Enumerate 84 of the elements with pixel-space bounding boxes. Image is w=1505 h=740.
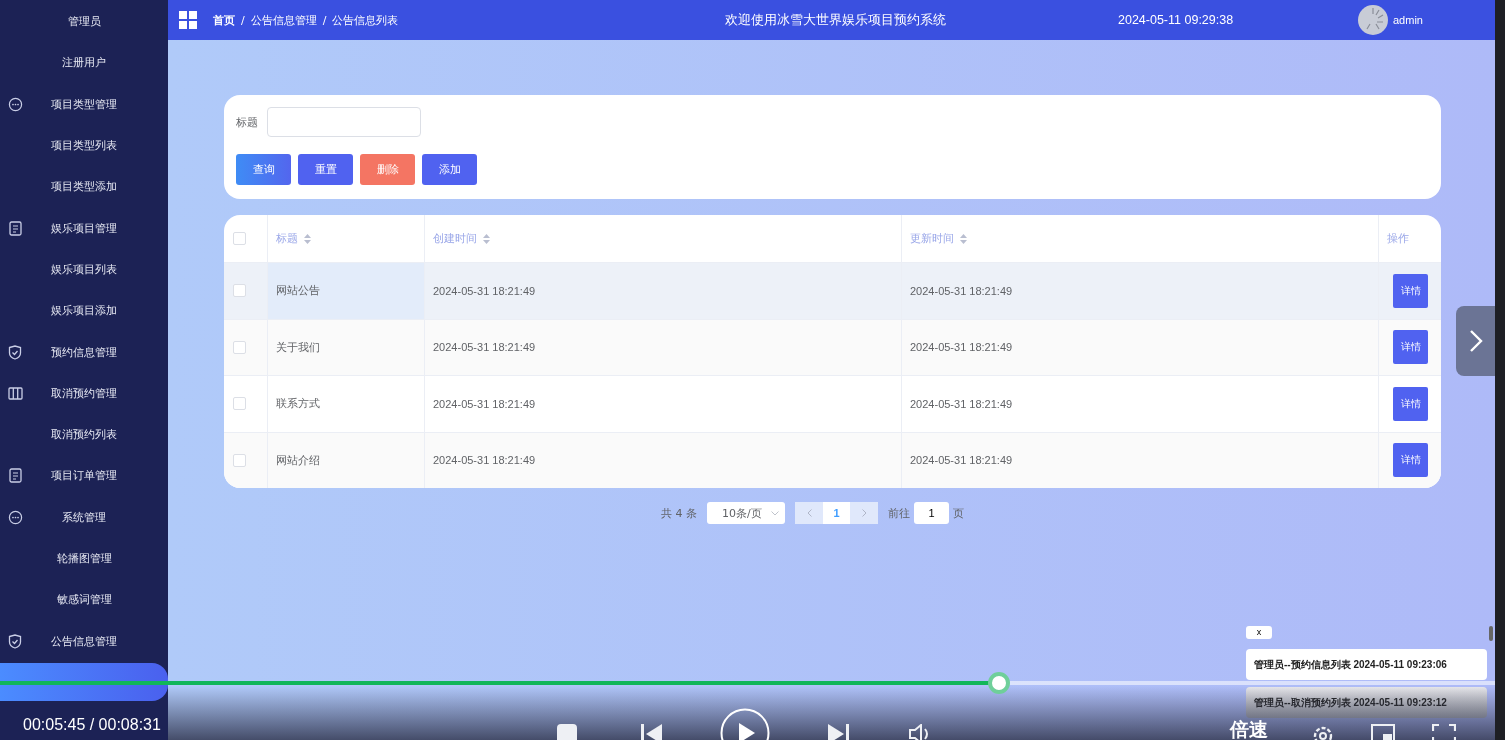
breadcrumb-link[interactable]: 首页 <box>213 12 235 28</box>
notification-item[interactable]: 管理员--取消预约列表 2024-05-11 09:23:12 <box>1246 687 1487 718</box>
row-checkbox[interactable] <box>233 340 246 354</box>
detail-button[interactable]: 详情 <box>1393 273 1428 308</box>
date-time: 2024-05-11 09:29:38 <box>1118 13 1234 27</box>
breadcrumb-separator: / <box>241 13 245 27</box>
table-cell: 2024-05-31 18:21:49 <box>910 284 1013 297</box>
sidebar-item[interactable]: 取消预约管理 <box>0 374 168 413</box>
sidebar-item[interactable]: 公告信息管理 <box>0 622 168 661</box>
row-checkbox[interactable] <box>233 453 246 467</box>
row-checkbox[interactable] <box>233 397 246 411</box>
page-number-field[interactable]: 1 <box>914 502 949 524</box>
action-button[interactable]: 查询 <box>236 154 291 185</box>
playback-speed-button[interactable]: 倍速 <box>1230 717 1268 740</box>
title-search-field[interactable] <box>267 107 421 137</box>
sidebar-item[interactable]: 娱乐项目管理 <box>0 209 168 248</box>
chevron-left-icon[interactable] <box>806 509 812 517</box>
volume-icon[interactable] <box>909 724 931 740</box>
table-cell: 2024-05-31 18:21:49 <box>433 397 536 410</box>
detail-button[interactable]: 详情 <box>1393 386 1428 421</box>
table-cell: 关于我们 <box>276 339 320 355</box>
field-label: 标题 <box>236 114 258 130</box>
chat-bubble-icon <box>7 96 23 112</box>
table-cell: 2024-05-31 18:21:49 <box>433 454 536 467</box>
next-arrow-button[interactable] <box>1456 306 1495 376</box>
sort-icon[interactable] <box>483 233 490 244</box>
sidebar-item[interactable]: 系统管理 <box>0 498 168 537</box>
sort-icon[interactable] <box>960 233 967 244</box>
table-cell: 2024-05-31 18:21:49 <box>910 397 1013 410</box>
notification-item[interactable]: 管理员--预约信息列表 2024-05-11 09:23:06 <box>1246 649 1487 680</box>
table-cell: 网站公告 <box>276 283 320 299</box>
document-icon <box>8 468 22 484</box>
shield-check-icon <box>8 344 22 360</box>
sidebar-item[interactable]: 项目订单管理 <box>0 456 168 495</box>
sidebar-item[interactable]: 项目类型管理 <box>0 85 168 124</box>
caret-icon[interactable] <box>771 510 779 516</box>
table-cell: 2024-05-31 18:21:49 <box>433 284 536 297</box>
breadcrumb-link[interactable]: 公告信息管理 <box>250 12 317 28</box>
next-page-button[interactable] <box>850 502 878 524</box>
detail-button[interactable]: 详情 <box>1393 443 1428 478</box>
table-cell: 2024-05-31 18:21:49 <box>910 341 1013 354</box>
sidebar-item[interactable]: 敏感词管理 <box>0 580 168 619</box>
sidebar-item[interactable]: 管理员 <box>0 2 168 41</box>
user-name[interactable]: admin <box>1393 14 1423 26</box>
sidebar-item[interactable]: 取消预约列表 <box>0 415 168 454</box>
breadcrumb-separator: / <box>322 13 327 27</box>
document-icon <box>8 220 22 236</box>
sidebar-item[interactable]: 项目类型列表 <box>0 126 168 165</box>
sort-icon[interactable] <box>304 233 311 244</box>
goto-label: 前往 <box>888 505 910 521</box>
action-button[interactable]: 添加 <box>422 154 477 185</box>
system-title: 欢迎使用冰雪大世界娱乐项目预约系统 <box>725 11 946 29</box>
fullscreen-icon[interactable] <box>1432 724 1456 740</box>
previous-icon[interactable] <box>641 724 663 740</box>
columns-icon <box>7 386 23 400</box>
previous-page-button[interactable] <box>795 502 823 524</box>
table-cell: 2024-05-31 18:21:49 <box>910 454 1013 467</box>
table-cell: 2024-05-31 18:21:49 <box>433 341 536 354</box>
settings-icon[interactable] <box>1311 724 1335 740</box>
sidebar-item[interactable]: 预约信息管理 <box>0 333 168 371</box>
chat-bubble-icon <box>7 509 23 525</box>
grid-menu-icon[interactable] <box>179 11 197 29</box>
sidebar-item[interactable]: 注册用户 <box>0 43 168 82</box>
page-suffix: 页 <box>953 505 964 521</box>
close-button[interactable]: x <box>1246 626 1272 639</box>
next-icon[interactable] <box>827 724 849 740</box>
select-all-checkbox[interactable] <box>233 232 246 245</box>
total-count: 共 4 条 <box>661 505 697 521</box>
page-size-select[interactable]: 10条/页 <box>707 502 785 524</box>
stop-icon[interactable] <box>557 724 577 740</box>
sidebar-item[interactable]: 轮播图管理 <box>0 539 168 578</box>
table-cell: 联系方式 <box>276 396 320 412</box>
row-checkbox[interactable] <box>233 284 246 298</box>
avatar-icon[interactable] <box>1358 5 1388 35</box>
sidebar-item[interactable]: 项目类型添加 <box>0 167 168 206</box>
shield-check-icon <box>8 633 22 649</box>
breadcrumb-link[interactable]: 公告信息列表 <box>332 12 399 28</box>
sidebar-item[interactable]: 娱乐项目列表 <box>0 250 168 289</box>
detail-button[interactable]: 详情 <box>1393 330 1428 365</box>
picture-in-picture-icon[interactable] <box>1371 724 1395 740</box>
table-cell: 网站介绍 <box>276 452 320 468</box>
playback-time: 00:05:45 / 00:08:31 <box>23 716 161 734</box>
sidebar-item[interactable]: 娱乐项目添加 <box>0 291 168 330</box>
action-button[interactable]: 重置 <box>298 154 353 185</box>
